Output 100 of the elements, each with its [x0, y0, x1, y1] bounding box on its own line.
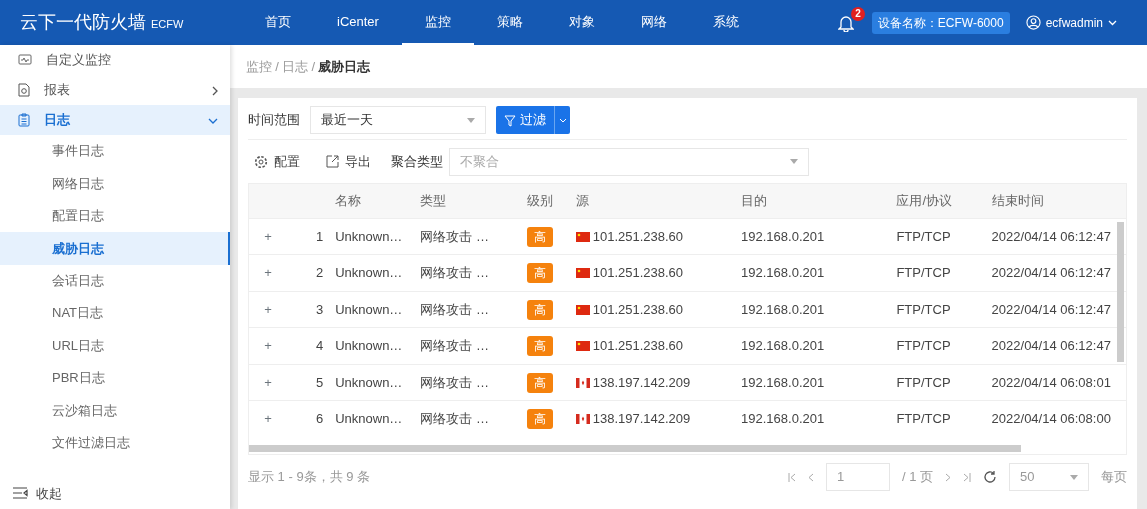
user-menu[interactable]: ecfwadmin	[1025, 13, 1117, 32]
expand-button[interactable]: +	[249, 291, 288, 328]
sidebar-item[interactable]: 事件日志	[0, 135, 230, 168]
table-cell: Unknown…	[329, 218, 415, 255]
sidebar-item[interactable]: NAT日志	[0, 296, 230, 330]
nav-tab[interactable]: 首页	[242, 0, 314, 45]
sidebar-item[interactable]: 云沙箱日志	[0, 394, 230, 427]
first-page-icon[interactable]	[787, 472, 796, 482]
nav-tab[interactable]: 网络	[617, 0, 690, 45]
expand-button[interactable]: +	[249, 254, 288, 291]
level-badge: 高	[526, 409, 553, 430]
collapse-button[interactable]: 收起	[0, 479, 230, 509]
table-cell: FTP/TCP	[890, 364, 986, 401]
dropdown-icon	[1070, 474, 1078, 480]
table-cell: 2022/04/14 06:08:00	[985, 400, 1126, 437]
expand-button[interactable]: +	[249, 327, 288, 364]
flag-icon	[575, 414, 590, 425]
table-cell: 192.168.0.201	[735, 291, 891, 328]
sidebar-item[interactable]: PBR日志	[0, 361, 230, 395]
export-button[interactable]: 导出	[320, 151, 377, 172]
table-cell: Unknown…	[329, 327, 415, 364]
device-name: 设备名称：ECFW-6000	[871, 11, 1010, 34]
config-button[interactable]: 配置	[248, 151, 306, 172]
scrollbar[interactable]	[1117, 222, 1124, 362]
nav-tab[interactable]: 策略	[473, 0, 546, 45]
table-cell: 2022/04/14 06:08:01	[985, 364, 1126, 401]
expand-button[interactable]: +	[249, 218, 288, 255]
sidebar-item[interactable]: 日志	[0, 105, 230, 135]
sidebar-item[interactable]: 报表	[0, 75, 230, 105]
table-cell: 网络攻击 …	[414, 400, 510, 437]
column-header[interactable]: 应用/协议	[890, 184, 986, 218]
sidebar-item[interactable]: 会话日志	[0, 264, 230, 297]
table-cell: 网络攻击 …	[414, 291, 510, 328]
flag-icon	[575, 231, 590, 242]
table-cell: 192.168.0.201	[735, 254, 891, 291]
bell-icon[interactable]	[837, 14, 854, 33]
table-cell: 192.168.0.201	[735, 400, 891, 437]
flag-icon	[575, 268, 590, 278]
breadcrumb-separator: /	[275, 57, 279, 76]
nav-tab[interactable]: 系统	[689, 0, 762, 45]
table-cell: FTP/TCP	[890, 327, 986, 364]
level-badge: 高	[526, 299, 553, 320]
chevron-down-icon	[208, 117, 218, 124]
column-header[interactable]: 级别	[509, 184, 570, 218]
column-header[interactable]: 结束时间	[985, 184, 1126, 218]
level-badge: 高	[526, 336, 553, 356]
table-cell: 192.168.0.201	[735, 218, 891, 255]
last-page-icon[interactable]	[963, 472, 971, 482]
field-label: 聚合类型	[391, 152, 443, 171]
expand-button[interactable]: +	[249, 400, 288, 437]
notification-count: 2	[851, 6, 865, 21]
user-icon	[1025, 15, 1041, 30]
table-cell: FTP/TCP	[890, 218, 986, 255]
dropdown-icon	[790, 159, 798, 164]
brand-title: 云下一代防火墙 ECFW	[19, 11, 185, 34]
sidebar-item[interactable]: 自定义监控	[0, 45, 230, 75]
table-cell: Unknown…	[329, 291, 415, 328]
breadcrumb-item: 威胁日志	[318, 57, 371, 76]
column-header[interactable]: 源	[569, 184, 736, 218]
filter-button[interactable]: 过滤	[496, 106, 554, 134]
refresh-icon[interactable]	[983, 470, 997, 484]
table-cell: FTP/TCP	[890, 400, 986, 437]
next-page-icon[interactable]	[945, 472, 951, 482]
sidebar-item[interactable]: URL日志	[0, 329, 230, 362]
nav-tab[interactable]: 对象	[545, 0, 618, 45]
table-cell: 网络攻击 …	[414, 327, 510, 364]
table-cell: Unknown…	[329, 254, 415, 291]
monitor-icon	[18, 53, 32, 67]
sidebar-item[interactable]: 网络日志	[0, 167, 230, 200]
row-number: 5	[287, 364, 330, 401]
scrollbar[interactable]	[249, 445, 1021, 452]
previous-page-icon[interactable]	[807, 472, 814, 482]
time-range-select[interactable]: 最近一天	[310, 106, 486, 134]
column-header[interactable]: 目的	[735, 184, 891, 218]
column-header[interactable]: 名称	[329, 184, 415, 218]
export-icon	[326, 155, 339, 168]
table-cell: Unknown…	[329, 364, 415, 401]
table-cell: 138.197.142.209	[592, 411, 691, 427]
filter-icon	[504, 114, 516, 127]
field-label: 时间范围	[248, 111, 300, 130]
sidebar-item[interactable]: 配置日志	[0, 199, 230, 233]
dropdown-button[interactable]	[554, 106, 570, 134]
field-label: 每页	[1101, 468, 1127, 487]
table-cell: FTP/TCP	[890, 254, 986, 291]
flag-icon	[575, 341, 590, 351]
expand-button[interactable]: +	[249, 364, 288, 401]
column-header[interactable]: 类型	[414, 184, 510, 218]
table-cell: 101.251.238.60	[592, 265, 684, 280]
table-cell: 192.168.0.201	[735, 364, 891, 401]
table-cell: 101.251.238.60	[592, 338, 684, 353]
settings-icon	[254, 154, 268, 169]
nav-tab[interactable]: iCenter	[314, 0, 402, 45]
sidebar-item[interactable]: 威胁日志	[0, 232, 230, 265]
sidebar-item[interactable]: 文件过滤日志	[0, 426, 230, 459]
clipboard-icon	[18, 113, 30, 127]
table-cell: 网络攻击 …	[414, 254, 510, 291]
row-number: 4	[287, 327, 330, 364]
table-cell: FTP/TCP	[890, 291, 986, 328]
table-cell: 网络攻击 …	[414, 218, 510, 255]
row-number: 2	[287, 254, 330, 291]
